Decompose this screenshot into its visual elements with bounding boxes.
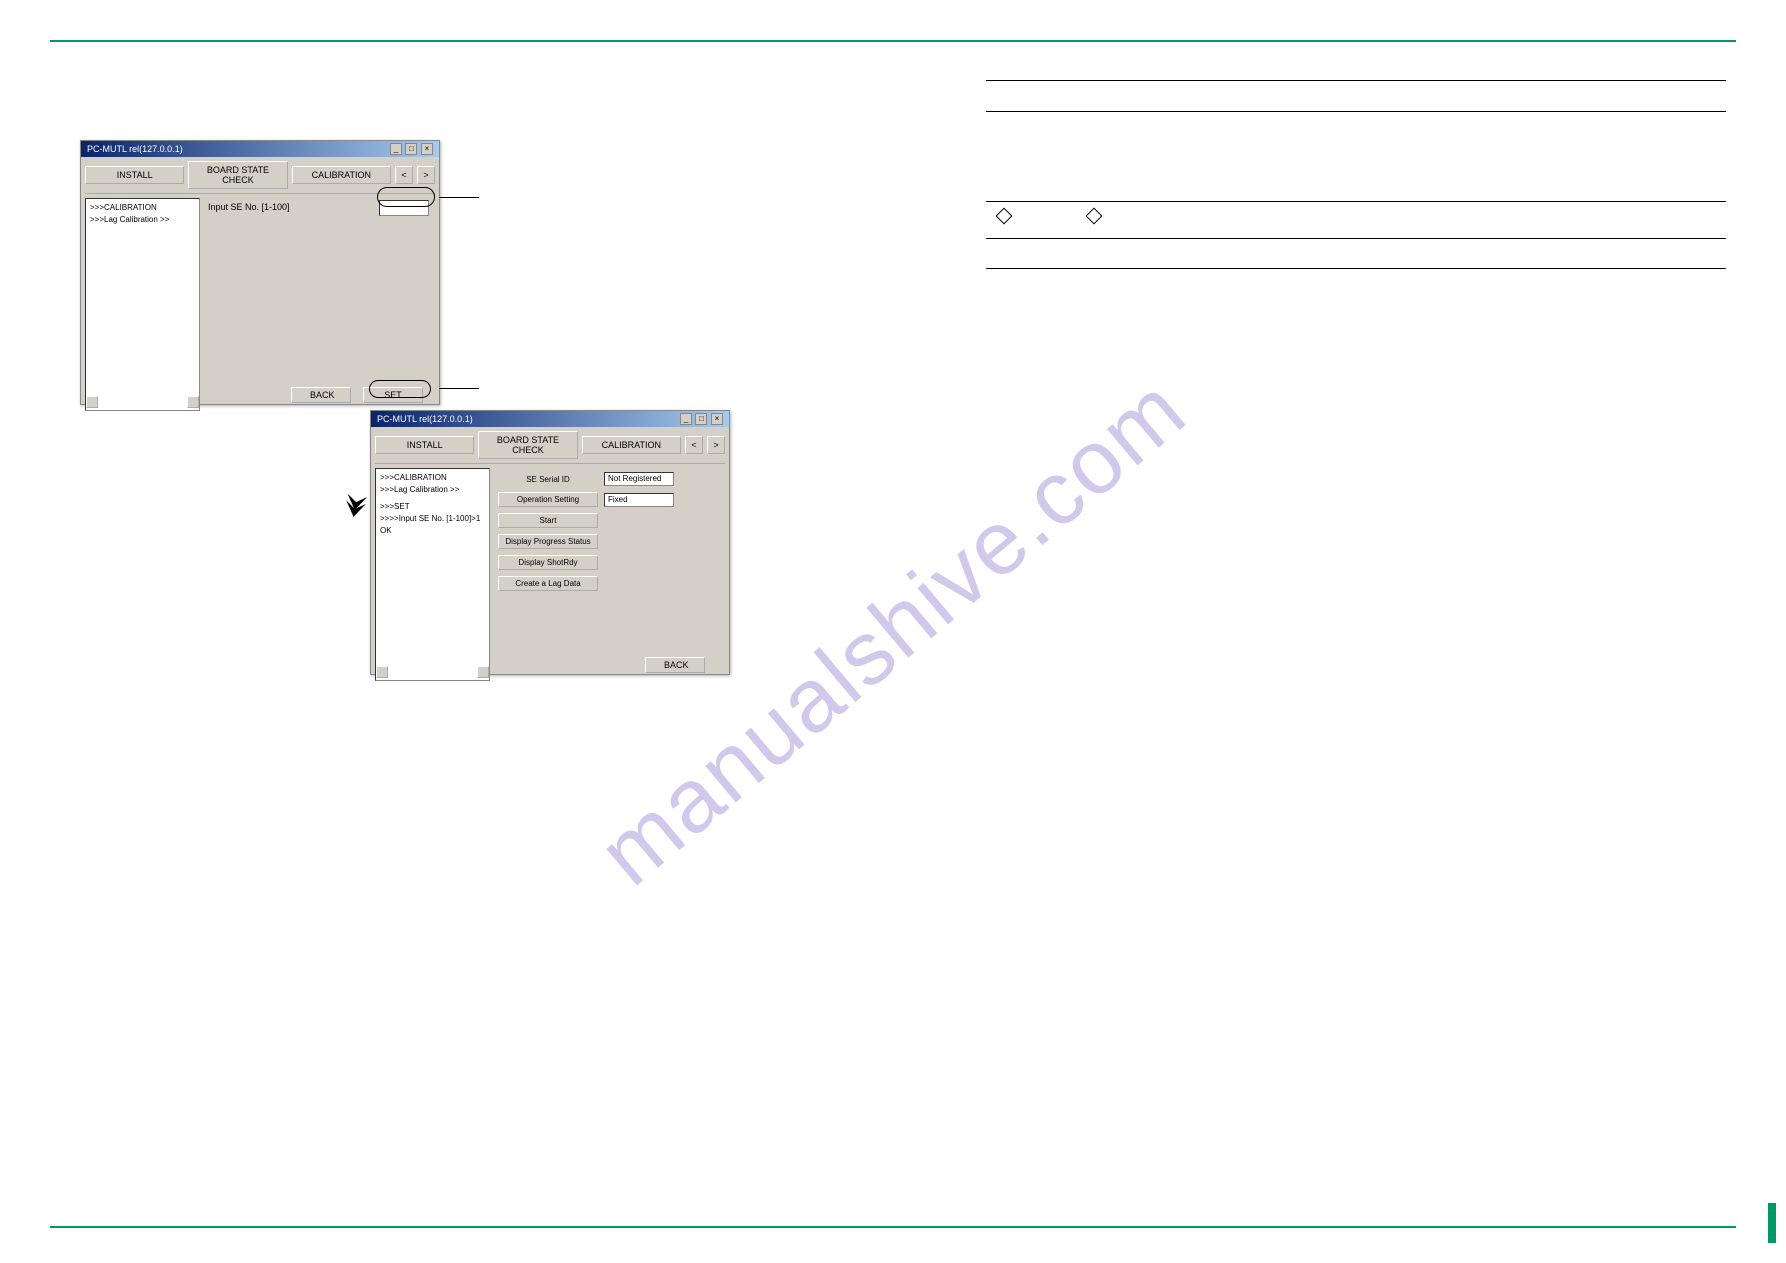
scroll-handle[interactable] bbox=[86, 396, 98, 408]
window-controls: _ □ × bbox=[679, 413, 723, 425]
table-row bbox=[986, 112, 1726, 202]
log-line: >>>CALIBRATION bbox=[380, 473, 485, 482]
mutl-window-1: PC-MUTL rel(127.0.0.1) _ □ × INSTALL BOA… bbox=[80, 140, 440, 405]
page-bottom-rule bbox=[50, 1226, 1736, 1228]
operation-setting-button[interactable]: Operation Setting bbox=[498, 492, 598, 507]
callout-oval-input bbox=[377, 187, 435, 207]
titlebar: PC-MUTL rel(127.0.0.1) _ □ × bbox=[371, 411, 729, 427]
tab-prev[interactable]: < bbox=[395, 166, 413, 184]
page-edge-marker bbox=[1768, 1203, 1776, 1243]
log-line: >>>Lag Calibration >> bbox=[380, 485, 485, 494]
window-title: PC-MUTL rel(127.0.0.1) bbox=[87, 144, 183, 154]
scroll-handle[interactable] bbox=[477, 666, 489, 678]
start-button[interactable]: Start bbox=[498, 513, 598, 528]
diamond-bullet-icon bbox=[996, 207, 1013, 224]
tab-next[interactable]: > bbox=[707, 436, 725, 454]
input-se-label: Input SE No. [1-100] bbox=[208, 202, 290, 212]
table-cell bbox=[986, 239, 1076, 269]
log-sidebar: >>>CALIBRATION >>>Lag Calibration >> bbox=[85, 198, 200, 411]
page-top-rule bbox=[50, 40, 1736, 42]
create-lag-button[interactable]: Create a Lag Data bbox=[498, 576, 598, 591]
table-cell bbox=[986, 112, 1076, 202]
tab-install[interactable]: INSTALL bbox=[375, 436, 474, 454]
chevron-down-icon bbox=[337, 488, 373, 530]
log-line: >>>SET bbox=[380, 502, 485, 511]
back-button[interactable]: BACK bbox=[645, 657, 705, 673]
screenshot-figure: PC-MUTL rel(127.0.0.1) _ □ × INSTALL BOA… bbox=[80, 140, 440, 405]
mutl-window-2: PC-MUTL rel(127.0.0.1) _ □ × INSTALL BOA… bbox=[370, 410, 730, 675]
close-icon[interactable]: × bbox=[421, 143, 433, 155]
callout-line bbox=[439, 197, 479, 198]
table-cell bbox=[986, 81, 1076, 111]
tab-bar: INSTALL BOARD STATE CHECK CALIBRATION < … bbox=[371, 427, 729, 463]
display-progress-button[interactable]: Display Progress Status bbox=[498, 534, 598, 549]
window-controls: _ □ × bbox=[389, 143, 433, 155]
table-cell bbox=[1166, 202, 1726, 238]
minimize-icon[interactable]: _ bbox=[680, 413, 692, 425]
tab-board-state[interactable]: BOARD STATE CHECK bbox=[188, 161, 287, 189]
table-cell bbox=[1166, 81, 1726, 111]
table-cell bbox=[1166, 112, 1726, 202]
tab-prev[interactable]: < bbox=[685, 436, 703, 454]
tab-install[interactable]: INSTALL bbox=[85, 166, 184, 184]
table-cell bbox=[1076, 112, 1166, 202]
main-panel: SE Serial ID Not Registered Operation Se… bbox=[494, 468, 725, 681]
minimize-icon[interactable]: _ bbox=[390, 143, 402, 155]
log-line: >>>CALIBRATION bbox=[90, 203, 195, 212]
table-row bbox=[986, 81, 1726, 111]
callout-oval-set bbox=[369, 380, 431, 398]
right-table bbox=[986, 80, 1726, 269]
back-button[interactable]: BACK bbox=[291, 387, 351, 403]
maximize-icon[interactable]: □ bbox=[695, 413, 707, 425]
tab-next[interactable]: > bbox=[417, 166, 435, 184]
log-sidebar: >>>CALIBRATION >>>Lag Calibration >> >>>… bbox=[375, 468, 490, 681]
diamond-bullet-icon bbox=[1086, 207, 1103, 224]
log-line: >>>Lag Calibration >> bbox=[90, 215, 195, 224]
tab-board-state[interactable]: BOARD STATE CHECK bbox=[478, 431, 577, 459]
tab-calibration[interactable]: CALIBRATION bbox=[582, 436, 681, 454]
close-icon[interactable]: × bbox=[711, 413, 723, 425]
table-cell bbox=[1076, 81, 1166, 111]
table-row bbox=[986, 202, 1726, 238]
scroll-handle[interactable] bbox=[376, 666, 388, 678]
window-title: PC-MUTL rel(127.0.0.1) bbox=[377, 414, 473, 424]
table-cell bbox=[1166, 239, 1726, 269]
scroll-handle[interactable] bbox=[187, 396, 199, 408]
operation-setting-value: Fixed bbox=[604, 493, 674, 507]
tab-calibration[interactable]: CALIBRATION bbox=[292, 166, 391, 184]
se-serial-label: SE Serial ID bbox=[498, 473, 598, 486]
maximize-icon[interactable]: □ bbox=[405, 143, 417, 155]
table-cell bbox=[1076, 239, 1166, 269]
display-shotrdy-button[interactable]: Display ShotRdy bbox=[498, 555, 598, 570]
table-row bbox=[986, 239, 1726, 269]
log-line: OK bbox=[380, 526, 485, 535]
se-serial-value: Not Registered bbox=[604, 472, 674, 486]
callout-line bbox=[439, 388, 479, 389]
log-line: >>>>Input SE No. [1-100]>1 bbox=[380, 514, 485, 523]
titlebar: PC-MUTL rel(127.0.0.1) _ □ × bbox=[81, 141, 439, 157]
